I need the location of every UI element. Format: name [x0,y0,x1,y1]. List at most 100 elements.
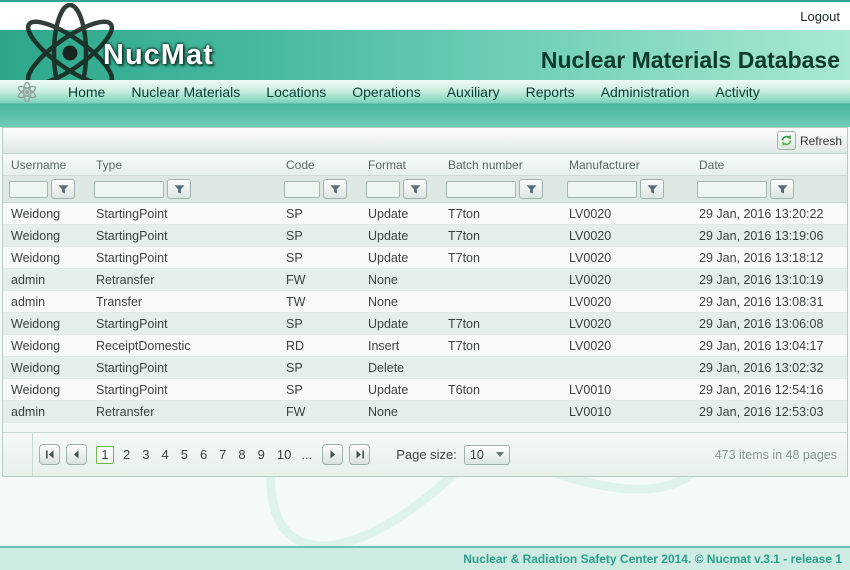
table-cell: SP [278,383,360,397]
page-number[interactable]: 9 [252,447,271,462]
filter-input-manufacturer[interactable] [567,181,637,198]
page-number[interactable]: 5 [175,447,194,462]
table-row[interactable]: adminRetransferFWNoneLV002029 Jan, 2016 … [3,269,847,291]
table-cell: TW [278,295,360,309]
column-header-format[interactable]: Format [360,158,440,172]
table-row[interactable]: WeidongStartingPointSPUpdateT7tonLV00202… [3,225,847,247]
table-cell: Delete [360,361,440,375]
filter-button-date[interactable] [770,179,794,199]
menu-item-nuclear-materials[interactable]: Nuclear Materials [131,84,240,100]
filter-button-batch-number[interactable] [519,179,543,199]
filter-input-batch-number[interactable] [446,181,516,198]
menu-item-administration[interactable]: Administration [601,84,690,100]
app-logo-text: NucMat [103,39,214,72]
table-cell: Update [360,251,440,265]
table-row[interactable]: adminTransferTWNoneLV002029 Jan, 2016 13… [3,291,847,313]
page-number[interactable]: 7 [213,447,232,462]
filter-input-code[interactable] [284,181,320,198]
page-number[interactable]: 2 [117,447,136,462]
column-header-username[interactable]: Username [3,158,88,172]
table-cell: Insert [360,339,440,353]
menu-item-operations[interactable]: Operations [352,84,420,100]
table-cell: Weidong [3,383,88,397]
table-cell: LV0020 [561,207,691,221]
table-cell: StartingPoint [88,317,278,331]
table-cell: T6ton [440,383,561,397]
table-cell: LV0010 [561,405,691,419]
filter-button-username[interactable] [51,179,75,199]
funnel-icon [174,184,185,195]
page-number[interactable]: 6 [194,447,213,462]
page-size-label: Page size: [396,447,457,462]
table-cell: Update [360,317,440,331]
table-row[interactable]: WeidongStartingPointSPUpdateT7tonLV00202… [3,247,847,269]
table-row[interactable]: adminRetransferFWNoneLV001029 Jan, 2016 … [3,401,847,423]
table-cell: Retransfer [88,273,278,287]
filter-input-date[interactable] [697,181,767,198]
pager-summary: 473 items in 48 pages [715,448,837,462]
column-header-manufacturer[interactable]: Manufacturer [561,158,691,172]
table-row[interactable]: WeidongReceiptDomesticRDInsertT7tonLV002… [3,335,847,357]
table-cell: LV0020 [561,273,691,287]
page-ellipsis: ... [297,447,316,462]
page-size-dropdown[interactable]: 10 [464,445,510,465]
menu-item-reports[interactable]: Reports [526,84,575,100]
table-row[interactable]: WeidongStartingPointSPUpdateT7tonLV00202… [3,203,847,225]
refresh-icon [777,131,796,150]
logout-link[interactable]: Logout [800,9,840,24]
table-cell: 29 Jan, 2016 13:02:32 [691,361,847,375]
filter-input-type[interactable] [94,181,164,198]
menu-item-auxiliary[interactable]: Auxiliary [447,84,500,100]
header-band: NucMat Nuclear Materials Database [0,30,850,80]
filter-cell-type [88,179,278,199]
refresh-button[interactable]: Refresh [777,131,842,150]
filter-cell-manufacturer [561,179,691,199]
column-header-date[interactable]: Date [691,158,847,172]
filter-input-format[interactable] [366,181,400,198]
table-cell: admin [3,273,88,287]
table-row[interactable]: WeidongStartingPointSPUpdateT7tonLV00202… [3,313,847,335]
table-row[interactable]: WeidongStartingPointSPUpdateT6tonLV00102… [3,379,847,401]
menu-atom-icon [12,81,42,103]
filter-input-username[interactable] [9,181,48,198]
page-number[interactable]: 10 [271,447,297,462]
table-row[interactable]: WeidongStartingPointSPDelete29 Jan, 2016… [3,357,847,379]
table-cell: Weidong [3,339,88,353]
table-cell: FW [278,273,360,287]
column-header-batch-number[interactable]: Batch number [440,158,561,172]
filter-button-code[interactable] [323,179,347,199]
table-cell: RD [278,339,360,353]
filter-cell-format [360,179,440,199]
table-cell: 29 Jan, 2016 13:06:08 [691,317,847,331]
pager-left-stub [3,433,33,476]
prev-page-button[interactable] [66,444,87,465]
filter-cell-code [278,179,360,199]
page-number-current[interactable]: 1 [96,446,114,464]
table-cell: SP [278,207,360,221]
table-cell: Transfer [88,295,278,309]
filter-cell-username [3,179,88,199]
column-header-code[interactable]: Code [278,158,360,172]
table-cell: StartingPoint [88,383,278,397]
menu-item-activity[interactable]: Activity [715,84,759,100]
next-page-icon [328,450,337,459]
first-page-button[interactable] [39,444,60,465]
menu-item-home[interactable]: Home [68,84,105,100]
table-header-row: Username Type Code Format Batch number M… [3,154,847,176]
table-cell: Weidong [3,207,88,221]
page-number[interactable]: 8 [232,447,251,462]
page-number[interactable]: 3 [136,447,155,462]
table-cell: 29 Jan, 2016 13:19:06 [691,229,847,243]
page-number[interactable]: 4 [155,447,174,462]
menu-item-locations[interactable]: Locations [266,84,326,100]
filter-button-manufacturer[interactable] [640,179,664,199]
last-page-button[interactable] [349,444,370,465]
table-cell: 29 Jan, 2016 13:04:17 [691,339,847,353]
filter-button-type[interactable] [167,179,191,199]
table-cell: StartingPoint [88,251,278,265]
next-page-button[interactable] [322,444,343,465]
first-page-icon [45,450,55,459]
column-header-type[interactable]: Type [88,158,278,172]
last-page-icon [355,450,365,459]
filter-button-format[interactable] [403,179,427,199]
